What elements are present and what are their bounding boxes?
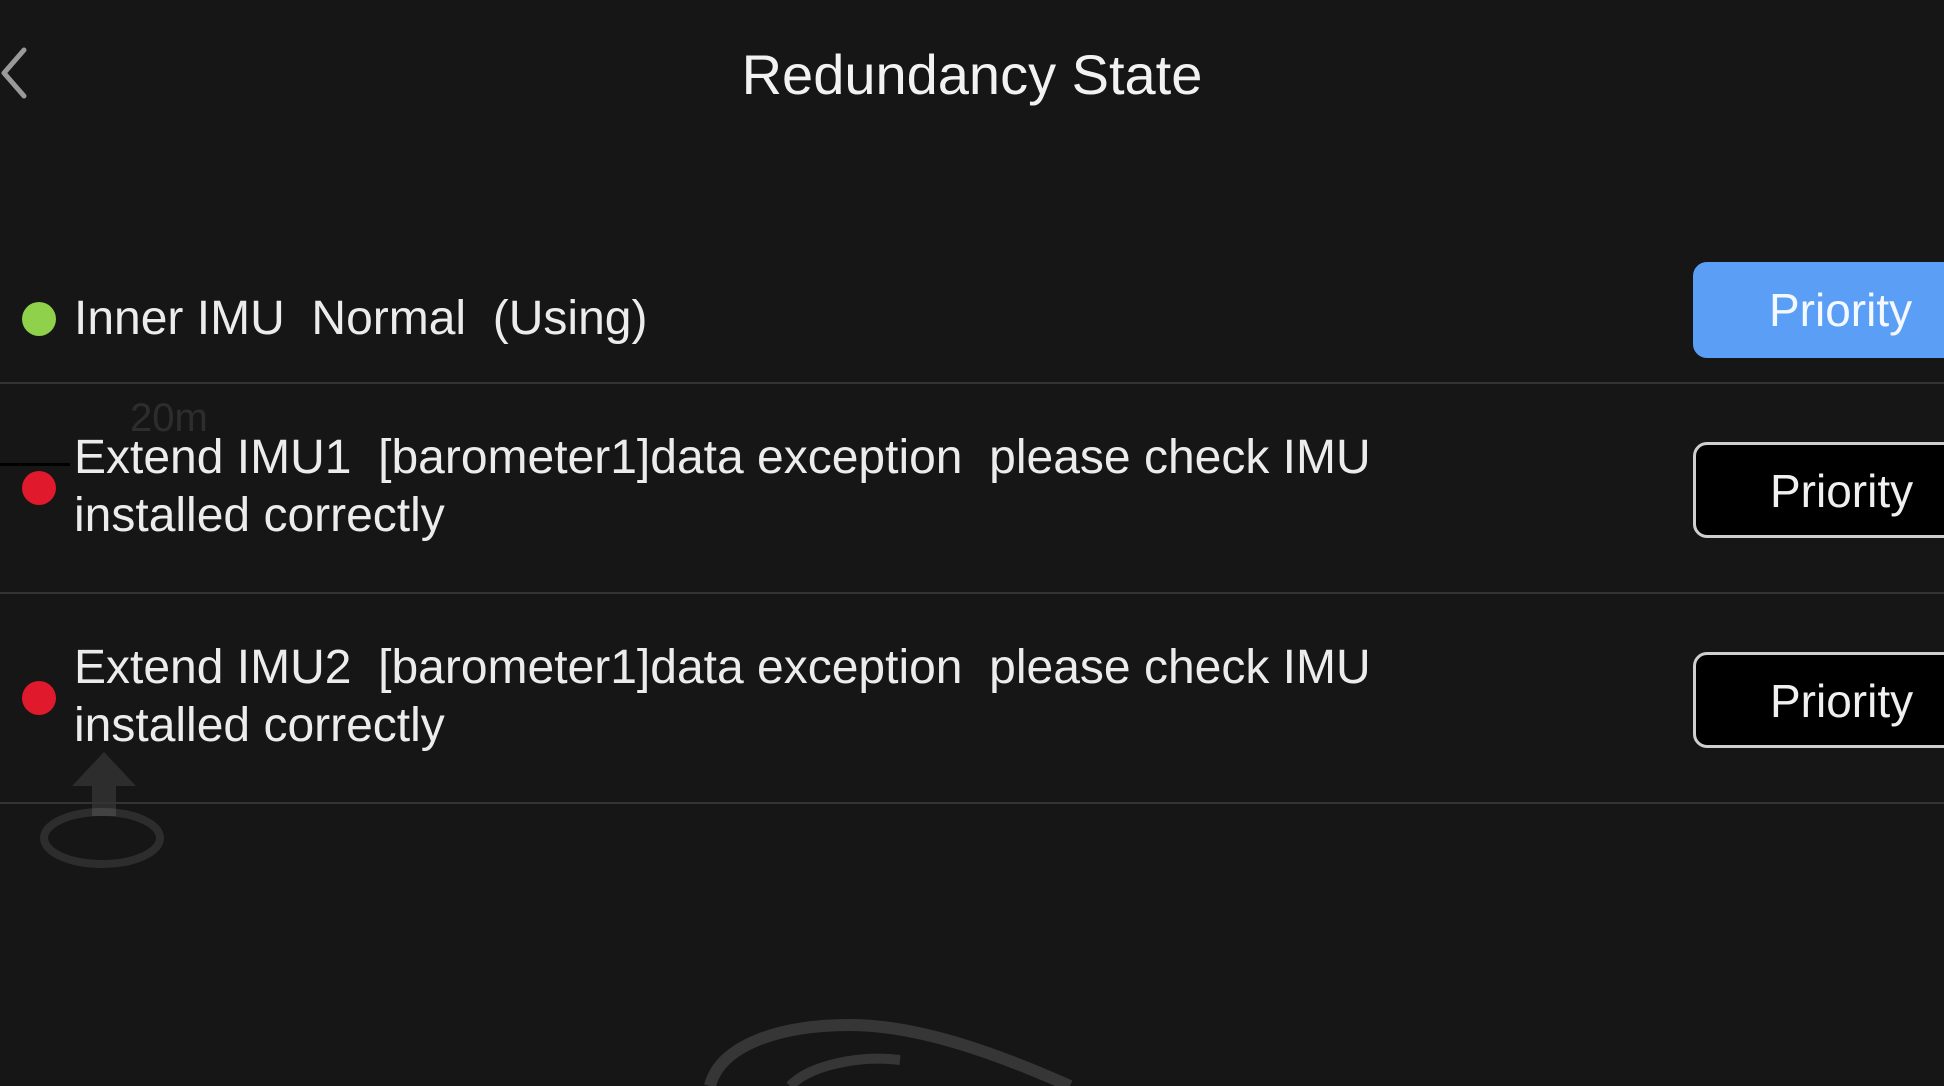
priority-button-extend-imu1[interactable]: Priority: [1693, 442, 1944, 538]
imu-status-text: Inner IMU Normal (Using): [74, 292, 648, 345]
page-title: Redundancy State: [741, 43, 1203, 106]
status-dot-normal: [22, 302, 56, 336]
imu-status-text: Extend IMU2 [barometer1]data exception p…: [74, 641, 1384, 752]
status-dot-error: [22, 471, 56, 505]
imu-row-inner: Inner IMU Normal (Using) Priority: [0, 258, 1944, 384]
imu-row-extend-1: Extend IMU1 [barometer1]data exception p…: [0, 384, 1944, 594]
imu-row-extend-2: Extend IMU2 [barometer1]data exception p…: [0, 594, 1944, 804]
aircraft-outline-icon: [704, 1018, 1073, 1086]
imu-status-text: Extend IMU1 [barometer1]data exception p…: [74, 431, 1384, 542]
status-dot-error: [22, 681, 56, 715]
priority-button-inner-imu[interactable]: Priority: [1693, 262, 1944, 358]
priority-button-extend-imu2[interactable]: Priority: [1693, 652, 1944, 748]
